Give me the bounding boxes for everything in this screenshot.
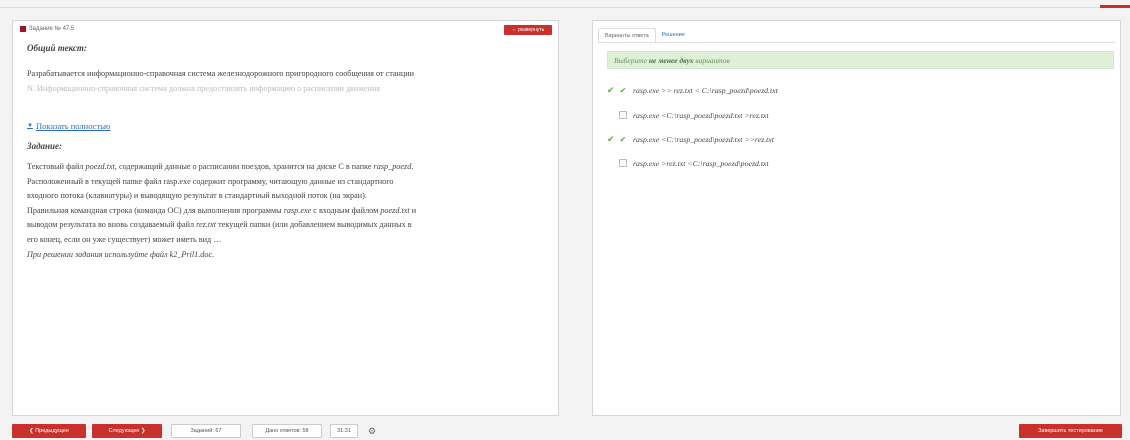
task-line: Текстовый файл poezd.txt, содержащий дан…: [27, 162, 414, 171]
correct-check-icon: ✔: [607, 84, 615, 95]
checkbox-checked[interactable]: ✔: [619, 86, 627, 95]
answer-option-text: rasp.exe >> rez.txt < C:\rasp_poezd\poez…: [633, 85, 778, 95]
show-more-label: Показать полностью: [35, 121, 111, 131]
tab-solution[interactable]: Решение: [656, 28, 691, 42]
answer-option-text: rasp.exe <C:\rasp_poezd\poezd.txt >rez.t…: [633, 110, 769, 120]
hint-alert: Выберите не менее двух вариантов: [607, 51, 1114, 69]
task-number: Задание № 47.5: [29, 26, 75, 32]
checkbox-checked[interactable]: ✔: [619, 135, 627, 144]
task-text: Текстовый файл poezd.txt, содержащий дан…: [27, 160, 552, 262]
show-more-link[interactable]: ▼ Показать полностью: [27, 121, 110, 131]
expand-button[interactable]: ⇔ развернуть: [504, 25, 552, 35]
next-button[interactable]: Следующее ❯: [92, 424, 162, 438]
task-flag-icon: [20, 26, 26, 32]
answer-option-1[interactable]: ✔ ✔ rasp.exe >> rez.txt < C:\rasp_poezd\…: [607, 83, 778, 97]
top-accent: [1100, 5, 1130, 8]
task-line: Правильная командная строка (команда ОС)…: [27, 205, 417, 215]
prev-button[interactable]: ❮ Предыдущее: [12, 424, 86, 438]
task-note: При решении задания используйте файл k2_…: [27, 249, 215, 259]
tab-variants[interactable]: Варианты ответа: [598, 28, 656, 42]
correct-check-icon: ✔: [607, 133, 615, 144]
answer-option-text: rasp.exe <C:\rasp_poezd\poezd.txt >>rez.…: [633, 134, 774, 144]
gear-icon[interactable]: ⚙: [365, 424, 379, 438]
task-line: его конец, если он уже существует) может…: [27, 234, 222, 244]
answer-option-3[interactable]: ✔ ✔ rasp.exe <C:\rasp_poezd\poezd.txt >>…: [607, 132, 774, 146]
task-panel: Задание № 47.5 ⇔ развернуть Общий текст:…: [12, 20, 559, 416]
checkbox-empty[interactable]: [619, 111, 627, 119]
answer-option-text: rasp.exe >rez.txt <C:\rasp_poezd\poezd.t…: [633, 158, 769, 168]
tab-divider: [598, 42, 1115, 43]
task-line: Расположенный в текущей папке файл rasp.…: [27, 176, 394, 186]
timer: 31:31: [330, 424, 358, 438]
top-border: [0, 0, 1130, 8]
task-header: Задание № 47.5: [20, 26, 74, 32]
task-title: Задание:: [27, 141, 63, 151]
bottom-toolbar: ❮ Предыдущее Следующее ❯ Заданий: 67 Дан…: [0, 422, 1130, 440]
task-line: входного потока (клавиатуры) и выводящую…: [27, 191, 367, 201]
finish-test-button[interactable]: Завершить тестирование: [1019, 424, 1122, 438]
answers-panel: Варианты ответа Решение Выберите не мене…: [592, 20, 1121, 416]
general-text-line-2: N. Информационно-справочная система долж…: [27, 83, 381, 93]
general-text-title: Общий текст:: [27, 43, 87, 53]
general-text: Разрабатывается информационно-справочная…: [27, 67, 552, 96]
general-text-line-1: Разрабатывается информационно-справочная…: [27, 69, 415, 78]
task-line: выводом результата во вновь создаваемый …: [27, 220, 412, 230]
task-count: Заданий: 67: [171, 424, 241, 438]
answer-option-2[interactable]: rasp.exe <C:\rasp_poezd\poezd.txt >rez.t…: [607, 108, 769, 122]
answer-option-4[interactable]: rasp.exe >rez.txt <C:\rasp_poezd\poezd.t…: [607, 156, 769, 170]
answer-tabs: Варианты ответа Решение: [598, 28, 691, 42]
caret-down-icon: ▼: [27, 123, 33, 129]
answered-count: Дано ответов: 58: [252, 424, 322, 438]
checkbox-empty[interactable]: [619, 159, 627, 167]
